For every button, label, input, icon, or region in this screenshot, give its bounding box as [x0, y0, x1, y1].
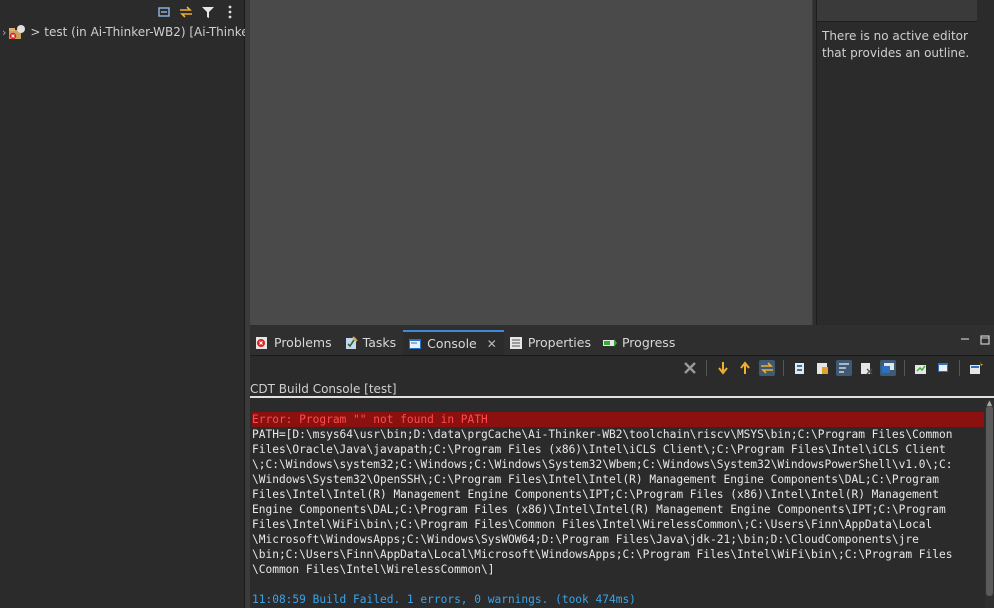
collapse-all-icon[interactable]	[156, 4, 172, 20]
bottom-tab-bar: Problems Tasks Console ✕ Properties Prog…	[250, 330, 994, 356]
toolbar-separator	[904, 360, 905, 376]
copy-build-log-icon[interactable]	[792, 360, 808, 376]
console-toolbar	[250, 356, 994, 380]
tab-console[interactable]: Console ✕	[403, 330, 504, 355]
open-console-icon[interactable]	[913, 360, 929, 376]
outline-view: There is no active editor that provides …	[816, 0, 994, 325]
display-selected-console-icon[interactable]	[814, 360, 830, 376]
console-line: \;C:\Windows\system32;C:\Windows;C:\Wind…	[252, 458, 953, 471]
tab-label: Properties	[527, 335, 591, 350]
word-wrap-icon[interactable]	[836, 360, 852, 376]
project-explorer: › C > test (in Ai-Thinker-WB2) [Ai-Think…	[0, 0, 245, 608]
explorer-toolbar	[156, 2, 238, 22]
outline-empty-message: There is no active editor that provides …	[822, 29, 970, 60]
toolbar-separator	[783, 360, 784, 376]
console-scrollbar[interactable]: ▲	[985, 400, 994, 608]
remove-console-icon[interactable]	[858, 360, 874, 376]
bottom-panel: Problems Tasks Console ✕ Properties Prog…	[250, 330, 994, 608]
properties-icon	[508, 335, 524, 351]
console-line: \Windows\System32\OpenSSH\;C:\Program Fi…	[252, 473, 940, 486]
tab-label: Progress	[621, 335, 676, 350]
filter-icon[interactable]	[200, 4, 216, 20]
tree-item-label: > test (in Ai-Thinker-WB2) [Ai-Thinker-W…	[30, 25, 245, 39]
console-output[interactable]: Error: Program "" not found in PATH PATH…	[250, 400, 984, 608]
console-display-icon[interactable]	[935, 360, 951, 376]
editor-area	[250, 0, 813, 325]
console-line: PATH=[D:\msys64\usr\bin;D:\data\prgCache…	[252, 428, 953, 441]
console-line: Files\Oracle\Java\javapath;C:\Program Fi…	[252, 443, 946, 456]
minimize-icon[interactable]	[960, 334, 970, 348]
tab-problems[interactable]: Problems	[250, 330, 339, 355]
tab-tasks[interactable]: Tasks	[339, 330, 404, 355]
view-menu-icon[interactable]	[222, 4, 238, 20]
tab-properties[interactable]: Properties	[504, 330, 598, 355]
tab-label: Problems	[274, 335, 332, 350]
close-icon[interactable]: ✕	[487, 337, 497, 351]
console-line: Files\Intel\Intel(R) Management Engine C…	[252, 488, 940, 501]
console-line: Files\Intel\WiFi\bin\;C:\Program Files\C…	[252, 518, 933, 531]
progress-icon	[602, 335, 618, 351]
problems-icon	[254, 335, 270, 351]
console-line: Engine Components\DAL;C:\Program Files (…	[252, 503, 946, 516]
tab-progress[interactable]: Progress	[598, 330, 682, 355]
next-error-icon[interactable]	[715, 360, 731, 376]
new-console-view-icon[interactable]	[968, 360, 984, 376]
console-line: \bin;C:\Users\Finn\AppData\Local\Microso…	[252, 548, 953, 561]
console-line: \Microsoft\WindowsApps;C:\Windows\SysWOW…	[252, 533, 919, 546]
scrollbar-thumb[interactable]	[986, 406, 993, 596]
previous-error-icon[interactable]	[737, 360, 753, 376]
console-error-line: Error: Program "" not found in PATH	[252, 412, 984, 427]
console-name-label: CDT Build Console [test]	[250, 380, 994, 398]
pin-console-icon[interactable]	[880, 360, 896, 376]
console-build-result: 11:08:59 Build Failed. 1 errors, 0 warni…	[252, 593, 636, 606]
maximize-icon[interactable]	[980, 334, 990, 348]
tab-label: Console	[427, 336, 477, 351]
tree-item-project-test[interactable]: › C > test (in Ai-Thinker-WB2) [Ai-Think…	[0, 22, 245, 42]
c-project-error-icon: C	[8, 24, 26, 40]
toolbar-separator	[706, 360, 707, 376]
clear-console-icon[interactable]	[682, 360, 698, 376]
console-line: \Common Files\Intel\WirelessCommon\]	[252, 563, 495, 576]
outline-tab-bar	[817, 0, 977, 22]
tab-label: Tasks	[362, 335, 397, 350]
link-with-editor-icon[interactable]	[178, 4, 194, 20]
view-window-controls	[960, 334, 990, 348]
expand-chevron-icon[interactable]: ›	[2, 26, 6, 39]
scroll-lock-icon[interactable]	[759, 360, 775, 376]
tasks-icon	[343, 335, 359, 351]
toolbar-separator	[959, 360, 960, 376]
console-icon	[407, 336, 423, 352]
